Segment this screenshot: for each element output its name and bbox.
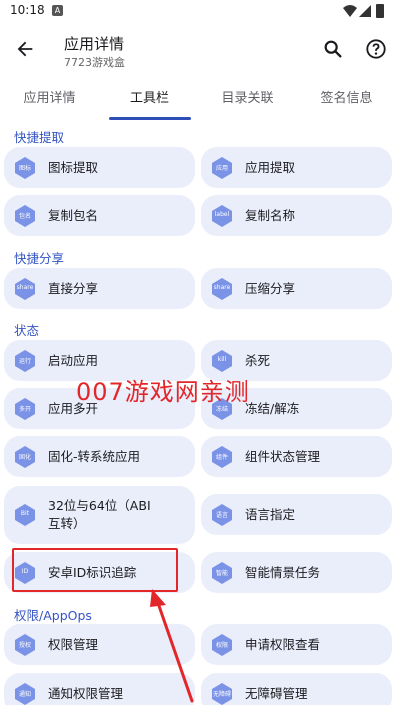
- solidify-icon: 固化: [13, 445, 37, 469]
- section-quick-share: 快捷分享: [14, 251, 65, 266]
- direct-share-button[interactable]: share 直接分享: [4, 268, 195, 309]
- notification-icon: A: [52, 5, 63, 16]
- smart-scene-button[interactable]: 智能 智能情景任务: [201, 552, 392, 593]
- copy-name-label: 复制名称: [245, 208, 296, 223]
- language-button[interactable]: 语言 语言指定: [201, 494, 392, 535]
- multi-open-icon: 多开: [13, 397, 37, 421]
- app-extract-button[interactable]: 应用 应用提取: [201, 147, 392, 188]
- image-icon: 图标: [13, 156, 37, 180]
- status-bar: 10:18 A: [0, 0, 397, 24]
- accessibility-button[interactable]: 无障碍 无障碍管理: [201, 673, 392, 705]
- notification-permission-label: 通知权限管理: [48, 686, 124, 701]
- status-time: 10:18: [10, 3, 45, 17]
- component-state-button[interactable]: 组件 组件状态管理: [201, 436, 392, 477]
- tab-toolbar[interactable]: 工具栏: [100, 76, 199, 121]
- smart-icon: 智能: [210, 561, 234, 585]
- run-icon: 运行: [13, 349, 37, 373]
- notification-icon: 通知: [13, 682, 37, 705]
- page-subtitle: 7723游戏盒: [64, 56, 125, 69]
- smart-scene-label: 智能情景任务: [245, 565, 321, 580]
- help-icon[interactable]: [365, 38, 387, 60]
- copy-name-button[interactable]: label 复制名称: [201, 195, 392, 236]
- solidify-button[interactable]: 固化 固化-转系统应用: [4, 436, 195, 477]
- section-permissions: 权限/AppOps: [14, 608, 92, 623]
- freeze-label: 冻结/解冻: [245, 401, 300, 416]
- copy-package-button[interactable]: 包名 复制包名: [4, 195, 195, 236]
- accessibility-icon: 无障碍: [210, 682, 234, 705]
- share-icon: share: [13, 277, 37, 301]
- permission-icon: 授权: [13, 633, 37, 657]
- language-label: 语言指定: [245, 507, 296, 522]
- signal-icon: [359, 5, 371, 17]
- section-quick-extract: 快捷提取: [14, 130, 65, 145]
- abi-switch-label: 32位与64位（ABI互转）: [48, 498, 151, 531]
- kill-icon: kill: [210, 349, 234, 373]
- share-icon: share: [210, 277, 234, 301]
- tab-app-details[interactable]: 应用详情: [0, 76, 99, 121]
- tab-signature[interactable]: 签名信息: [297, 76, 396, 121]
- bit-icon: Bit: [13, 503, 37, 527]
- annotation-arrow-icon: [150, 589, 194, 703]
- package-icon: 包名: [13, 204, 37, 228]
- zip-share-label: 压缩分享: [245, 281, 296, 296]
- section-state: 状态: [14, 323, 40, 338]
- direct-share-label: 直接分享: [48, 281, 99, 296]
- component-state-label: 组件状态管理: [245, 449, 321, 464]
- app-icon: 应用: [210, 156, 234, 180]
- watermark-text: 007游戏网亲测: [76, 378, 250, 406]
- tab-directory[interactable]: 目录关联: [198, 76, 297, 121]
- label-icon: label: [210, 204, 234, 228]
- zip-share-button[interactable]: share 压缩分享: [201, 268, 392, 309]
- wifi-icon: [343, 5, 357, 17]
- solidify-label: 固化-转系统应用: [48, 449, 141, 464]
- language-icon: 语言: [210, 503, 234, 527]
- tab-bar: 应用详情 工具栏 目录关联 签名信息: [0, 76, 397, 121]
- app-bar: 应用详情 7723游戏盒: [0, 24, 397, 76]
- permission-manage-label: 权限管理: [48, 637, 99, 652]
- copy-package-label: 复制包名: [48, 208, 99, 223]
- icon-extract-label: 图标提取: [48, 160, 99, 175]
- permission-request-button[interactable]: 权限 申请权限查看: [201, 624, 392, 665]
- tab-indicator: [109, 117, 191, 120]
- component-icon: 组件: [210, 445, 234, 469]
- back-arrow-icon[interactable]: [14, 38, 36, 60]
- accessibility-label: 无障碍管理: [245, 686, 308, 701]
- abi-switch-button[interactable]: Bit 32位与64位（ABI互转）: [4, 486, 195, 544]
- permission-icon: 权限: [210, 633, 234, 657]
- page-title: 应用详情: [64, 35, 125, 53]
- icon-extract-button[interactable]: 图标 图标提取: [4, 147, 195, 188]
- search-icon[interactable]: [322, 38, 344, 60]
- battery-icon: [376, 4, 384, 18]
- permission-request-label: 申请权限查看: [245, 637, 321, 652]
- app-extract-label: 应用提取: [245, 160, 296, 175]
